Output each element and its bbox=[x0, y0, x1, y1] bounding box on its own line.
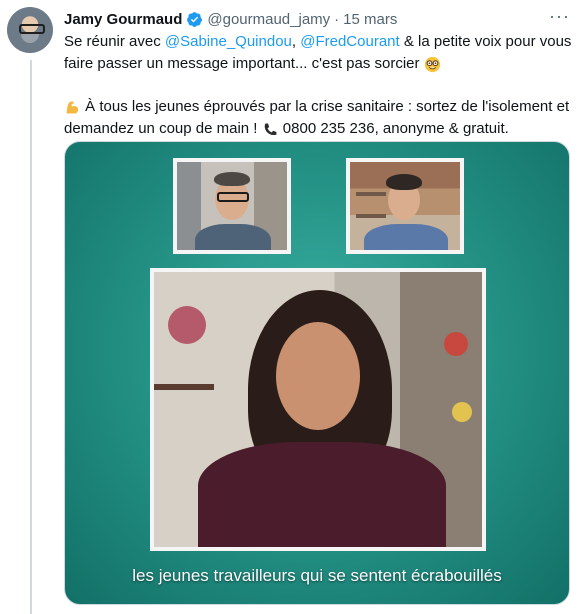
flower-decoration bbox=[452, 402, 472, 422]
tweet-header: Jamy Gourmaud @gourmaud_jamy · 15 mars bbox=[64, 9, 566, 29]
header-separator: · bbox=[334, 10, 340, 28]
video-player[interactable]: les jeunes travailleurs qui se sentent é… bbox=[64, 141, 570, 605]
person-head bbox=[276, 322, 360, 430]
text-segment: 0800 235 236, anonyme & gratuit. bbox=[278, 120, 509, 137]
verified-badge-icon bbox=[187, 11, 203, 27]
webcam-frame-sabine bbox=[150, 268, 486, 551]
mention-link-fred[interactable]: @FredCourant bbox=[300, 33, 399, 50]
shelf bbox=[154, 384, 214, 390]
mention-link-sabine[interactable]: @Sabine_Quindou bbox=[165, 33, 292, 50]
tweet-date[interactable]: 15 mars bbox=[343, 11, 397, 28]
bookshelf bbox=[356, 214, 386, 218]
tweet-text: Se réunir avec @Sabine_Quindou, @FredCou… bbox=[64, 31, 574, 140]
video-caption: les jeunes travailleurs qui se sentent é… bbox=[132, 566, 502, 585]
flower-decoration bbox=[168, 306, 206, 344]
avatar-glasses bbox=[19, 24, 45, 34]
webcam-frame-fred bbox=[346, 158, 464, 254]
bookshelf bbox=[356, 192, 386, 196]
person-body bbox=[195, 224, 271, 250]
person-glasses bbox=[217, 192, 249, 202]
text-segment: , bbox=[291, 33, 301, 50]
author-handle[interactable]: @gourmaud_jamy bbox=[207, 11, 330, 28]
text-segment: Se réunir avec bbox=[64, 33, 165, 50]
person-body bbox=[364, 224, 448, 250]
nerd-face-icon bbox=[424, 56, 440, 72]
avatar-beard bbox=[21, 33, 39, 43]
telephone-receiver-icon bbox=[264, 123, 277, 135]
thread-line bbox=[30, 60, 32, 614]
author-name[interactable]: Jamy Gourmaud bbox=[64, 11, 182, 28]
tweet-paragraph-2: À tous les jeunes éprouvés par la crise … bbox=[64, 96, 574, 140]
person-hair bbox=[214, 172, 250, 186]
webcam-frame-jamy bbox=[173, 158, 291, 254]
person-hair bbox=[386, 174, 422, 190]
person-body bbox=[198, 442, 446, 547]
flower-decoration bbox=[444, 332, 468, 356]
avatar[interactable] bbox=[7, 7, 53, 53]
tweet-paragraph-1: Se réunir avec @Sabine_Quindou, @FredCou… bbox=[64, 31, 574, 75]
more-options-icon[interactable]: ··· bbox=[549, 6, 570, 27]
flexed-biceps-icon bbox=[66, 101, 79, 113]
